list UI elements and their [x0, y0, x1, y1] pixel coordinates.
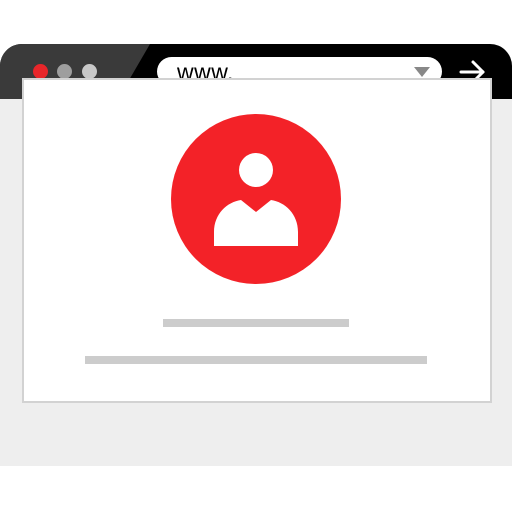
avatar-circle — [171, 114, 341, 284]
user-avatar[interactable] — [171, 114, 341, 284]
close-window-button[interactable] — [33, 64, 48, 79]
text-placeholder-line — [163, 319, 349, 327]
text-placeholder-line — [85, 356, 427, 364]
chevron-down-icon[interactable] — [414, 67, 430, 77]
user-head-shape — [239, 153, 273, 187]
user-icon — [171, 114, 341, 284]
minimize-window-button[interactable] — [57, 64, 72, 79]
maximize-window-button[interactable] — [82, 64, 97, 79]
